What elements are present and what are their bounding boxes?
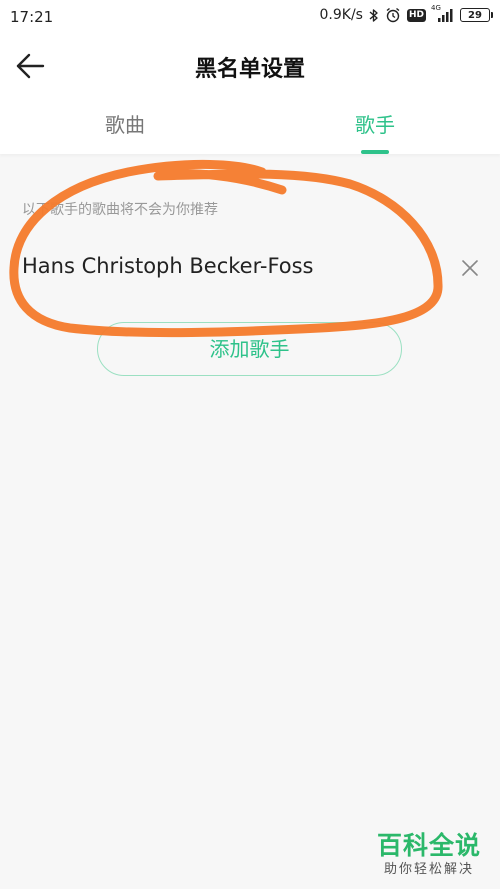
battery-icon: 29	[460, 8, 493, 22]
blacklist-hint: 以下歌手的歌曲将不会为你推荐	[22, 202, 218, 218]
alarm-icon	[385, 7, 401, 23]
signal-icon: 4G	[431, 4, 454, 22]
battery-level: 29	[468, 9, 482, 21]
add-artist-button[interactable]: 添加歌手	[97, 322, 402, 376]
watermark-title: 百科全说	[376, 831, 481, 860]
watermark-subtitle: 助你轻松解决	[383, 862, 474, 877]
tab-artists-label: 歌手	[355, 113, 395, 137]
close-icon	[462, 260, 478, 276]
tab-songs[interactable]: 歌曲	[0, 100, 250, 154]
artist-name: Hans Christoph Becker-Foss	[22, 254, 314, 278]
status-time: 17:21	[10, 8, 54, 26]
hd-icon: HD	[406, 8, 426, 22]
status-icons: 0.9K/s HD 4G 29	[319, 4, 493, 23]
tab-artists[interactable]: 歌手	[250, 100, 500, 154]
signal-label: 4G	[431, 4, 441, 12]
page-title: 黑名单设置	[194, 57, 305, 82]
network-speed: 0.9K/s	[319, 7, 363, 23]
blacklisted-artist-row: Hans Christoph Becker-Foss	[0, 240, 500, 296]
bluetooth-icon	[369, 8, 379, 23]
app-header: 黑名单设置	[0, 34, 500, 100]
status-bar: 17:21 0.9K/s HD 4G 29	[0, 0, 500, 34]
watermark-logo: 百科全说 助你轻松解决	[370, 831, 488, 879]
remove-artist-button[interactable]	[454, 252, 486, 284]
tab-bar: 歌曲 歌手	[0, 100, 500, 154]
tab-active-indicator	[361, 150, 389, 154]
